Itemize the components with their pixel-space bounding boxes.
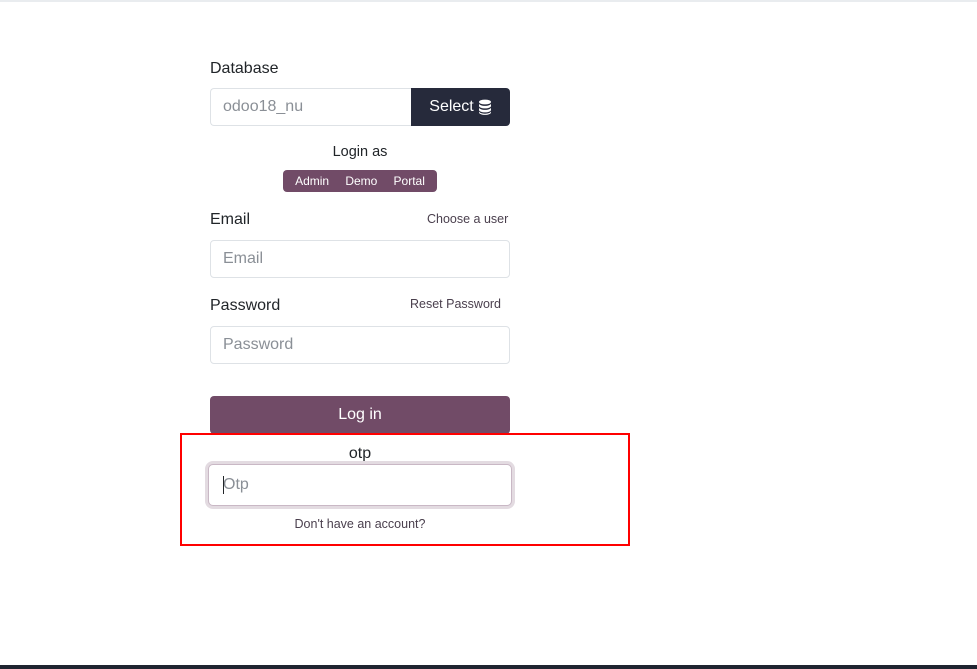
login-as-portal-button[interactable]: Portal [390,174,429,188]
select-database-button[interactable]: Select [411,88,510,126]
choose-user-link[interactable]: Choose a user [427,212,508,226]
login-as-button-group: Admin Demo Portal [283,170,437,192]
otp-label: otp [348,445,372,462]
email-field[interactable]: Email [210,240,510,278]
password-label: Password [210,297,281,314]
database-label: Database [210,60,279,77]
text-cursor [223,476,224,494]
login-as-demo-button[interactable]: Demo [341,174,381,188]
top-border [0,0,977,2]
database-icon [478,99,492,115]
database-field[interactable]: odoo18_nu [210,88,412,126]
bottom-bar [0,665,977,669]
email-label: Email [210,211,251,228]
reset-password-link[interactable]: Reset Password [410,297,501,311]
login-button[interactable]: Log in [210,396,510,434]
signup-link[interactable]: Don't have an account? [210,517,510,531]
otp-field[interactable]: Otp [208,464,512,506]
login-as-admin-button[interactable]: Admin [291,174,333,188]
password-field[interactable]: Password [210,326,510,364]
login-as-label: Login as [332,144,388,160]
select-button-label: Select [429,98,474,115]
